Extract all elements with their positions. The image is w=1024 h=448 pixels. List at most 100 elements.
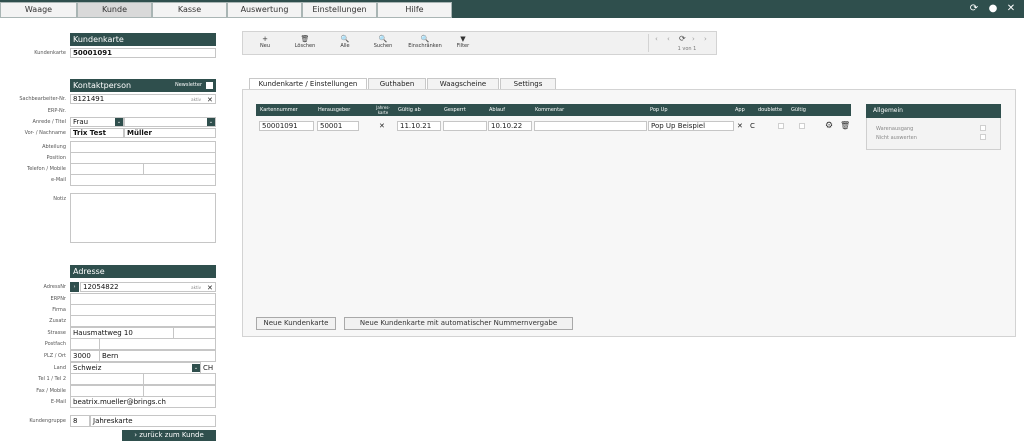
newsletter-label: Newsletter	[174, 82, 202, 88]
ort-field[interactable]: Bern	[99, 350, 216, 362]
kundengruppe-name[interactable]: Jahreskarte	[90, 415, 216, 427]
adressnr-field[interactable]: 12054822 aktiv	[80, 282, 216, 292]
vorname-field[interactable]: Trix Test	[70, 128, 124, 138]
kundengruppe-code[interactable]: 8	[70, 415, 90, 427]
user-icon[interactable]: ●	[987, 3, 999, 15]
search-icon: 🔍	[340, 35, 350, 43]
adressnr-chevron-icon[interactable]: ›	[70, 282, 79, 292]
col-ablauf: Ablauf	[489, 107, 505, 113]
col-gueltig-ab: Gültig ab	[398, 107, 421, 113]
titel-dropdown-icon[interactable]: ⌄	[207, 118, 215, 126]
cell-kommentar[interactable]	[534, 121, 647, 131]
alle-button[interactable]: 🔍 Alle	[327, 35, 363, 49]
strasse-label: Strasse	[47, 330, 66, 336]
alle-label: Alle	[340, 43, 350, 49]
tab-waage[interactable]: Waage	[0, 2, 77, 18]
notiz-label: Notiz	[53, 196, 66, 202]
kundenkarte-label: Kundenkarte	[34, 50, 66, 56]
email-field[interactable]	[70, 174, 216, 186]
tab-kunde[interactable]: Kunde	[77, 2, 152, 18]
pager-next-icon[interactable]: ›	[692, 35, 695, 43]
doublette-checkbox[interactable]	[778, 123, 784, 129]
land-dropdown-icon[interactable]: ⌄	[192, 364, 200, 372]
col-jahreskarte: Jahres- karte	[376, 105, 390, 115]
back-to-customer-button[interactable]: › zurück zum Kunde	[122, 430, 216, 441]
tab-hilfe[interactable]: Hilfe	[377, 2, 452, 18]
filter-label: Filter	[456, 43, 470, 49]
pager-text: 1 von 1	[677, 46, 697, 52]
clear-adressnr-icon[interactable]: ✕	[207, 284, 213, 292]
clear-sachbearbeiter-icon[interactable]: ✕	[207, 96, 213, 104]
cell-kartennummer[interactable]: 50001091	[259, 121, 314, 131]
anrede-dropdown-icon[interactable]: ⌄	[115, 118, 123, 126]
einschraenken-button[interactable]: 🔍 Einschränken	[405, 35, 445, 49]
plz-field[interactable]: 3000	[70, 350, 100, 362]
abteilung-label: Abteilung	[42, 144, 66, 150]
nachname-field[interactable]: Müller	[124, 128, 216, 138]
titel-select[interactable]	[124, 117, 216, 127]
neu-button[interactable]: + Neu	[247, 35, 283, 49]
suchen-button[interactable]: 🔍 Suchen	[365, 35, 401, 49]
col-kartennummer: Kartennummer	[260, 107, 298, 113]
cell-jahreskarte-check[interactable]: ✕	[379, 122, 385, 130]
filter-button[interactable]: ▼ Filter	[445, 35, 481, 49]
plus-icon: +	[262, 35, 268, 43]
cell-gueltig-ab[interactable]: 11.10.21	[397, 121, 441, 131]
tel2-field[interactable]	[143, 373, 216, 385]
neue-kundenkarte-button[interactable]: Neue Kundenkarte	[256, 317, 336, 330]
cell-app-check[interactable]: ✕	[737, 122, 743, 130]
gear-icon[interactable]: ⚙	[825, 121, 833, 131]
sachbearbeiter-label: Sachbearbeiter-Nr.	[19, 96, 66, 102]
erpnr-label: ERPNr	[50, 296, 66, 302]
aktiv-indicator: aktiv	[191, 97, 201, 102]
postfach-field[interactable]	[99, 338, 216, 350]
firma-label: Firma	[52, 307, 66, 313]
toolbar-divider	[648, 34, 649, 52]
cell-popup[interactable]: Pop Up Beispiel	[648, 121, 734, 131]
tab-einstellungen[interactable]: Einstellungen	[302, 2, 377, 18]
warenausgang-checkbox[interactable]	[980, 125, 986, 131]
close-icon[interactable]: ✕	[1005, 3, 1017, 15]
adresse-header: Adresse	[70, 265, 216, 278]
kontaktperson-header: Kontaktperson Newsletter	[70, 79, 216, 92]
pager-prev-icon[interactable]: ‹	[667, 35, 670, 43]
nicht-auswerten-label: Nicht auswerten	[876, 135, 917, 141]
pager-refresh-icon[interactable]: ⟳	[679, 34, 686, 43]
neue-kundenkarte-auto-button[interactable]: Neue Kundenkarte mit automatischer Numme…	[344, 317, 573, 330]
newsletter-checkbox[interactable]	[206, 82, 213, 89]
telefon-label: Telefon / Mobile	[27, 166, 66, 172]
einschraenken-label: Einschränken	[408, 43, 442, 49]
pager-last-icon[interactable]: ›	[704, 35, 707, 43]
tab-auswertung[interactable]: Auswertung	[227, 2, 302, 18]
adresse-email-label: E-Mail	[50, 399, 66, 405]
col-popup: Pop Up	[650, 107, 668, 113]
adressnr-value: 12054822	[83, 283, 119, 291]
name-label: Vor- / Nachname	[24, 130, 66, 136]
loeschen-button[interactable]: 🗑 Löschen	[287, 35, 323, 49]
adressnr-label: AdressNr	[43, 284, 66, 290]
tab-kasse[interactable]: Kasse	[152, 2, 227, 18]
allgemein-header: Allgemein	[866, 104, 1001, 118]
tel1-field[interactable]	[70, 373, 144, 385]
land-code: CH	[203, 364, 214, 372]
nicht-auswerten-checkbox[interactable]	[980, 134, 986, 140]
pager-first-icon[interactable]: ‹	[655, 35, 658, 43]
kundengruppe-label: Kundengruppe	[29, 418, 66, 424]
cell-ablauf[interactable]: 10.10.22	[488, 121, 532, 131]
cell-herausgeber[interactable]: 50001	[317, 121, 359, 131]
notiz-textarea[interactable]	[70, 193, 216, 243]
gueltig-checkbox[interactable]	[799, 123, 805, 129]
postfach-plz-field[interactable]	[70, 338, 100, 350]
kundenkarte-field[interactable]: 50001091	[70, 48, 216, 58]
kontaktperson-title: Kontaktperson	[73, 81, 132, 90]
trash-icon[interactable]: 🗑	[840, 121, 850, 130]
zusatz-field[interactable]	[70, 315, 216, 327]
anrede-label: Anrede / Titel	[32, 119, 66, 125]
cell-gesperrt[interactable]	[443, 121, 487, 131]
refresh-icon[interactable]: ⟳	[968, 3, 980, 15]
sachbearbeiter-field[interactable]: 8121491 aktiv	[70, 94, 216, 104]
loeschen-label: Löschen	[294, 43, 316, 49]
trash-icon: 🗑	[300, 35, 310, 43]
adresse-email-field[interactable]: beatrix.mueller@brings.ch	[70, 396, 216, 408]
search-icon: 🔍	[378, 35, 388, 43]
